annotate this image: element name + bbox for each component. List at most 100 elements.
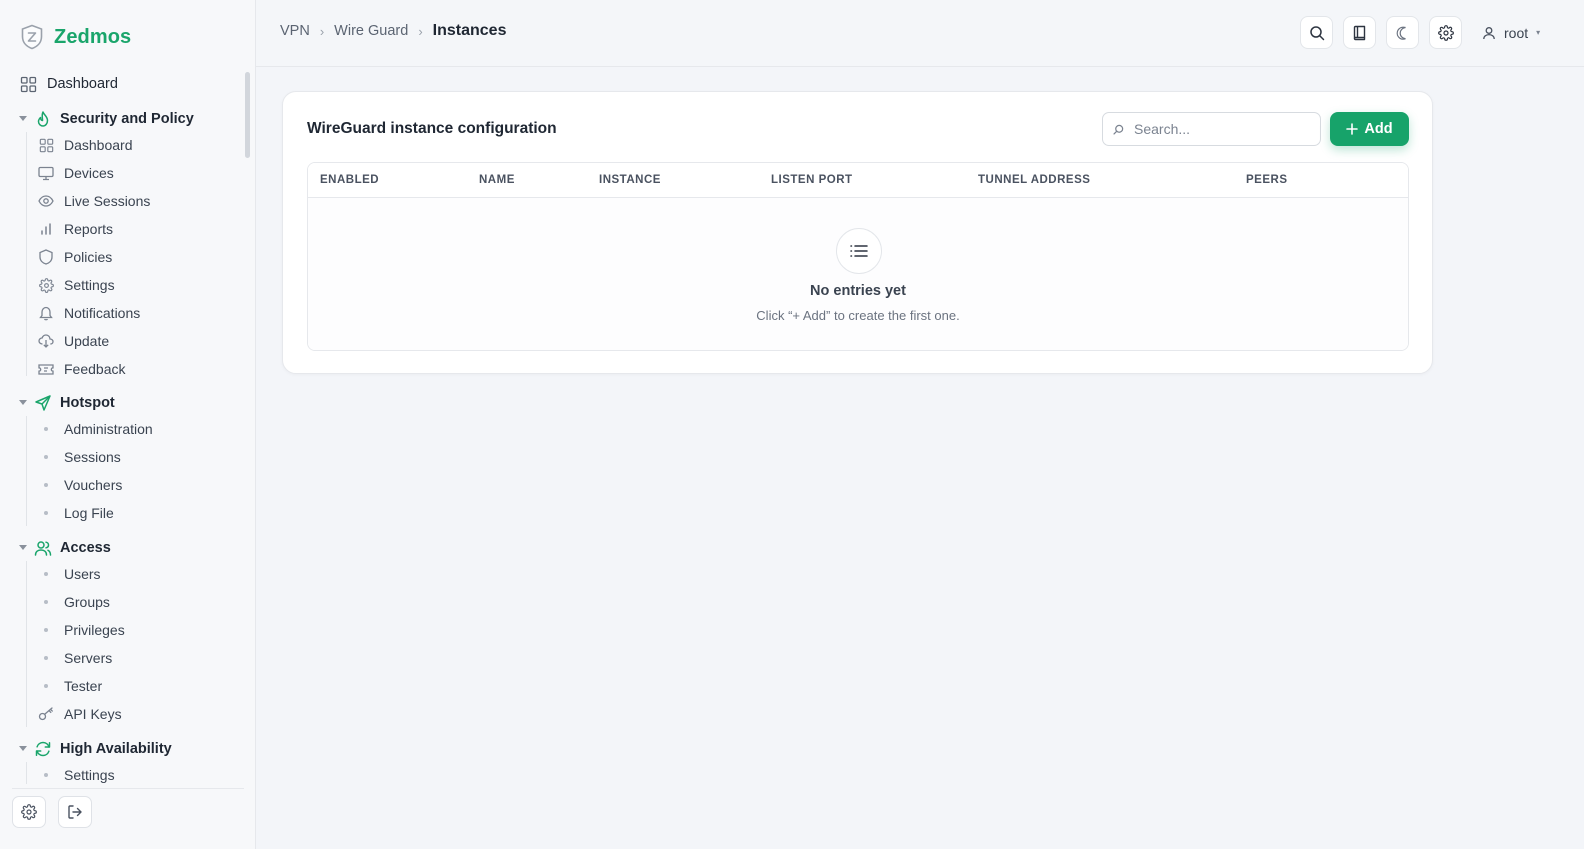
sidebar-item-feedback[interactable]: Feedback — [38, 356, 125, 382]
sidebar-item-sessions[interactable]: Sessions — [38, 444, 121, 470]
breadcrumb: VPN › Wire Guard › Instances — [280, 22, 506, 40]
breadcrumb-vpn[interactable]: VPN — [280, 23, 310, 39]
top-bar: VPN › Wire Guard › Instances root ▾ — [256, 0, 1584, 67]
sidebar-item-label: Live Sessions — [64, 193, 151, 209]
empty-state-subtitle: Click “+ Add” to create the first one. — [756, 308, 960, 323]
sidebar-item-label: Policies — [64, 249, 113, 265]
sidebar-footer — [12, 788, 244, 828]
bullet-dot — [44, 455, 48, 459]
chevron-right-icon: › — [319, 23, 325, 39]
logout-button[interactable] — [58, 796, 92, 828]
brand[interactable]: Zedmos — [20, 22, 131, 52]
sidebar-item-reports[interactable]: Reports — [38, 216, 113, 242]
sidebar-item-label: Devices — [64, 165, 114, 181]
instances-table: ENABLED NAME INSTANCE LISTEN PORT TUNNEL… — [307, 162, 1409, 351]
shield-icon — [39, 249, 53, 265]
shield-logo-icon — [21, 24, 43, 50]
column-header-enabled[interactable]: ENABLED — [320, 174, 379, 186]
sidebar-item-label: Dashboard — [47, 76, 118, 92]
user-name: root — [1504, 24, 1529, 41]
sidebar-item-dashboard[interactable]: Dashboard — [20, 70, 118, 98]
top-actions: root ▾ — [1300, 16, 1540, 49]
column-header-tunnel-address[interactable]: TUNNEL ADDRESS — [978, 174, 1090, 186]
sidebar-item-label: Users — [64, 566, 101, 582]
search-icon — [1113, 124, 1124, 135]
sidebar-group-hotspot[interactable]: Hotspot — [18, 389, 115, 417]
sidebar-item-groups[interactable]: Groups — [38, 589, 110, 615]
key-icon — [38, 707, 53, 721]
bell-icon — [39, 306, 53, 320]
column-header-instance[interactable]: INSTANCE — [599, 174, 661, 186]
book-icon — [1353, 25, 1366, 40]
gear-icon — [38, 277, 54, 293]
column-header-name[interactable]: NAME — [479, 174, 515, 186]
table-header: ENABLED NAME INSTANCE LISTEN PORT TUNNEL… — [308, 163, 1408, 198]
sidebar-item-label: Reports — [64, 221, 114, 237]
sidebar-item-privileges[interactable]: Privileges — [38, 617, 125, 643]
caret-down-icon — [18, 744, 28, 754]
instances-card: WireGuard instance configuration Add ENA… — [282, 91, 1433, 374]
sidebar-group-high-availability[interactable]: High Availability — [18, 735, 172, 763]
column-header-peers[interactable]: PEERS — [1246, 174, 1288, 186]
sidebar-item-label: Dashboard — [64, 137, 133, 153]
sidebar-item-administration[interactable]: Administration — [38, 416, 153, 442]
search-input[interactable] — [1134, 121, 1304, 137]
sidebar-item-settings[interactable]: Settings — [38, 272, 115, 298]
card-title: WireGuard instance configuration — [307, 120, 557, 137]
user-menu[interactable]: root ▾ — [1482, 25, 1540, 41]
list-icon — [836, 228, 882, 274]
sidebar-group-label: Security and Policy — [60, 111, 194, 127]
search-button[interactable] — [1300, 16, 1333, 49]
caret-down-icon — [18, 114, 28, 124]
sidebar-item-log-file[interactable]: Log File — [38, 500, 114, 526]
sidebar-item-tester[interactable]: Tester — [38, 673, 102, 699]
footer-settings-button[interactable] — [12, 796, 46, 828]
gear-icon — [1437, 24, 1454, 41]
docs-button[interactable] — [1343, 16, 1376, 49]
logout-icon — [68, 805, 82, 819]
settings-button[interactable] — [1429, 16, 1462, 49]
tree-line — [26, 561, 27, 727]
sidebar: Zedmos Dashboard Security and Policy Das… — [0, 0, 256, 849]
bullet-dot — [44, 483, 48, 487]
bullet-dot — [44, 511, 48, 515]
chevron-right-icon: › — [418, 23, 423, 39]
sidebar-item-label: Privileges — [64, 622, 125, 638]
sidebar-item-users[interactable]: Users — [38, 561, 101, 587]
sidebar-group-security-and-policy[interactable]: Security and Policy — [18, 105, 194, 133]
add-button[interactable]: Add — [1330, 112, 1409, 146]
users-icon — [34, 541, 52, 556]
breadcrumb-wire-guard[interactable]: Wire Guard — [334, 23, 408, 39]
sidebar-item-vouchers[interactable]: Vouchers — [38, 472, 122, 498]
eye-icon — [38, 195, 54, 207]
bar-chart-icon — [41, 223, 51, 235]
moon-icon — [1396, 26, 1406, 40]
sidebar-scrollbar[interactable] — [245, 72, 250, 158]
sidebar-item-notifications[interactable]: Notifications — [38, 300, 140, 326]
sidebar-item-sp-dashboard[interactable]: Dashboard — [38, 132, 133, 158]
column-header-listen-port[interactable]: LISTEN PORT — [771, 174, 853, 186]
sidebar-item-label: Administration — [64, 421, 153, 437]
sidebar-item-label: Sessions — [64, 449, 121, 465]
sidebar-item-api-keys[interactable]: API Keys — [38, 701, 122, 727]
sidebar-item-label: Notifications — [64, 305, 141, 321]
sidebar-item-policies[interactable]: Policies — [38, 244, 112, 270]
bullet-dot — [44, 773, 48, 777]
sidebar-item-live-sessions[interactable]: Live Sessions — [38, 188, 150, 214]
sidebar-group-access[interactable]: Access — [18, 534, 111, 562]
tree-line — [26, 762, 27, 784]
grid-icon — [39, 138, 53, 152]
sidebar-item-label: Update — [64, 333, 110, 349]
sidebar-item-update[interactable]: Update — [38, 328, 109, 354]
theme-toggle-button[interactable] — [1386, 16, 1419, 49]
gear-icon — [21, 804, 37, 820]
search-field[interactable] — [1102, 112, 1321, 146]
sidebar-item-servers[interactable]: Servers — [38, 645, 112, 671]
bullet-dot — [44, 572, 48, 576]
bullet-dot — [44, 684, 48, 688]
sidebar-item-label: Settings — [64, 277, 115, 293]
sidebar-nav[interactable]: Dashboard Security and Policy Dashboard … — [0, 68, 256, 784]
sidebar-item-ha-settings[interactable]: Settings — [38, 762, 115, 784]
send-icon — [35, 395, 51, 411]
sidebar-item-devices[interactable]: Devices — [38, 160, 114, 186]
